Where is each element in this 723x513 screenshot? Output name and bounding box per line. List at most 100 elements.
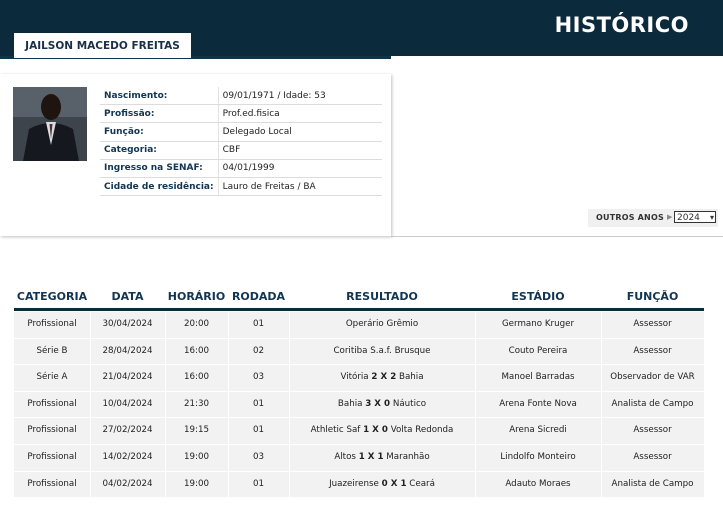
- profile-row-cidade: Cidade de residência: Lauro de Freitas /…: [100, 177, 382, 197]
- table-row: Profissional 27/02/2024 19:15 01 Athletic Sa…: [14, 418, 705, 445]
- home-team: Athletic Saf: [310, 425, 361, 436]
- cell-categoria: Série B: [14, 338, 91, 365]
- cell-data: 30/04/2024: [90, 312, 166, 338]
- profile-name-tab: JAILSON MACEDO FREITAS: [14, 33, 191, 58]
- column-header-estadio: ESTÁDIO: [511, 290, 565, 303]
- year-select-value: 2024: [677, 213, 700, 223]
- away-team: Ceará: [409, 478, 435, 489]
- field-value: 04/01/1999: [217, 159, 382, 178]
- cell-horario: 19:15: [165, 418, 229, 444]
- home-team: Vitória: [340, 372, 369, 383]
- cell-resultado: Coritiba S.a.f. Brusque: [289, 338, 476, 365]
- history-table-body: Profissional 30/04/2024 20:00 01 Operário Gr…: [14, 312, 705, 499]
- table-row: Profissional 10/04/2024 21:30 01 Bahia 3 X 0…: [14, 391, 705, 419]
- away-team: Volta Redonda: [390, 425, 454, 436]
- cell-estadio: Couto Pereira: [475, 338, 602, 365]
- cell-funcao: Assessor: [601, 418, 705, 444]
- cell-categoria: Profissional: [14, 391, 91, 418]
- cell-horario: 19:00: [165, 471, 229, 498]
- profile-row-ingresso: Ingresso na SENAF: 04/01/1999: [100, 159, 382, 178]
- year-select[interactable]: 2024 ▾: [674, 211, 716, 223]
- cell-funcao: Assessor: [601, 338, 705, 365]
- cell-horario: 20:00: [165, 312, 229, 338]
- cell-funcao: Assessor: [601, 444, 705, 471]
- year-filter-label: OUTROS ANOS: [596, 213, 664, 222]
- cell-estadio: Germano Kruger: [475, 312, 602, 338]
- cell-data: 28/04/2024: [90, 338, 166, 365]
- field-value: Prof.ed.fisica: [217, 104, 382, 124]
- field-label: Função:: [100, 122, 219, 142]
- field-label: Cidade de residência:: [100, 177, 219, 197]
- cell-resultado: Vitória 2 X 2 Bahia: [289, 365, 476, 391]
- away-team: Náutico: [392, 398, 427, 409]
- cell-categoria: Profissional: [14, 471, 91, 498]
- cell-categoria: Profissional: [14, 418, 91, 444]
- profile-row-categoria: Categoria: CBF: [100, 141, 382, 160]
- cell-data: 27/02/2024: [90, 418, 166, 444]
- cell-horario: 19:00: [165, 444, 229, 471]
- cell-rodada: 03: [228, 365, 290, 391]
- field-label: Profissão:: [100, 104, 219, 124]
- cell-resultado: Bahia 3 X 0 Náutico: [289, 391, 476, 418]
- table-row: Profissional 30/04/2024 20:00 01 Operário Gr…: [14, 312, 705, 339]
- cell-resultado: Athletic Saf 1 X 0 Volta Redonda: [289, 418, 476, 444]
- home-team: Altos: [334, 451, 356, 462]
- cell-horario: 16:00: [165, 365, 229, 391]
- home-team: Bahia: [337, 398, 363, 409]
- cell-data: 14/02/2024: [90, 444, 166, 471]
- field-value: 09/01/1971 / Idade: 53: [217, 87, 382, 106]
- home-team: Coritiba S.a.f. Brusque: [333, 345, 431, 356]
- cell-rodada: 02: [228, 338, 290, 365]
- cell-resultado: Juazeirense 0 X 1 Ceará: [289, 471, 476, 498]
- profile-row-funcao: Função: Delegado Local: [100, 122, 382, 142]
- profile-row-nascimento: Nascimento: 09/01/1971 / Idade: 53: [100, 87, 382, 106]
- field-value: CBF: [217, 141, 382, 160]
- cell-data: 10/04/2024: [90, 391, 166, 418]
- cell-rodada: 01: [228, 391, 290, 418]
- cell-rodada: 01: [228, 312, 290, 338]
- home-team: Juazeirense: [329, 478, 379, 489]
- cell-categoria: Profissional: [14, 312, 91, 338]
- match-score: 2 X 2: [371, 372, 397, 383]
- table-row: Profissional 04/02/2024 19:00 01 Juazeirense…: [14, 471, 705, 499]
- triangle-right-icon: ▶: [667, 213, 673, 221]
- away-team: Bahia: [399, 372, 424, 383]
- field-label: Ingresso na SENAF:: [100, 159, 219, 178]
- table-row: Série A 21/04/2024 16:00 03 Vitória 2 X 2 Ba…: [14, 365, 705, 392]
- field-label: Nascimento:: [100, 87, 219, 106]
- column-header-data: DATA: [111, 290, 144, 303]
- home-team: Operário Grêmio: [345, 319, 419, 329]
- cell-horario: 16:00: [165, 338, 229, 365]
- match-score: 0 X 1: [381, 478, 407, 489]
- field-value: Lauro de Freitas / BA: [217, 177, 382, 197]
- cell-estadio: Lindolfo Monteiro: [475, 444, 602, 471]
- chevron-down-icon: ▾: [709, 213, 714, 222]
- away-team: Maranhão: [386, 451, 430, 462]
- cell-estadio: Manoel Barradas: [475, 365, 602, 391]
- match-score: 1 X 0: [363, 425, 388, 436]
- cell-funcao: Observador de VAR: [601, 365, 705, 391]
- column-header-horario: HORÁRIO: [167, 290, 226, 303]
- field-label: Categoria:: [100, 141, 219, 160]
- cell-data: 21/04/2024: [90, 365, 166, 391]
- cell-funcao: Assessor: [601, 312, 705, 338]
- cell-categoria: Série A: [14, 365, 91, 391]
- cell-rodada: 01: [228, 471, 290, 498]
- history-table-header: CATEGORIA DATA HORÁRIO RODADA RESULTADO …: [14, 286, 704, 311]
- cell-resultado: Altos 1 X 1 Maranhão: [289, 444, 476, 471]
- cell-categoria: Profissional: [14, 444, 91, 471]
- cell-estadio: Arena Sicredi: [475, 418, 602, 444]
- person-photo: [13, 87, 87, 161]
- cell-rodada: 03: [228, 444, 290, 471]
- cell-estadio: Arena Fonte Nova: [475, 391, 602, 418]
- cell-horario: 21:30: [165, 391, 229, 418]
- profile-info-table: Nascimento: 09/01/1971 / Idade: 53 Profi…: [100, 87, 382, 197]
- avatar-photo-icon: [13, 87, 87, 161]
- cell-resultado: Operário Grêmio: [289, 312, 476, 338]
- cell-data: 04/02/2024: [90, 471, 166, 498]
- profile-row-profissao: Profissão: Prof.ed.fisica: [100, 104, 382, 124]
- column-header-resultado: RESULTADO: [346, 290, 418, 303]
- cell-funcao: Analista de Campo: [601, 391, 705, 418]
- table-row: Profissional 14/02/2024 19:00 03 Altos 1 X 1…: [14, 444, 705, 472]
- table-row: Série B 28/04/2024 16:00 02 Coritiba S.a.f. …: [14, 338, 705, 366]
